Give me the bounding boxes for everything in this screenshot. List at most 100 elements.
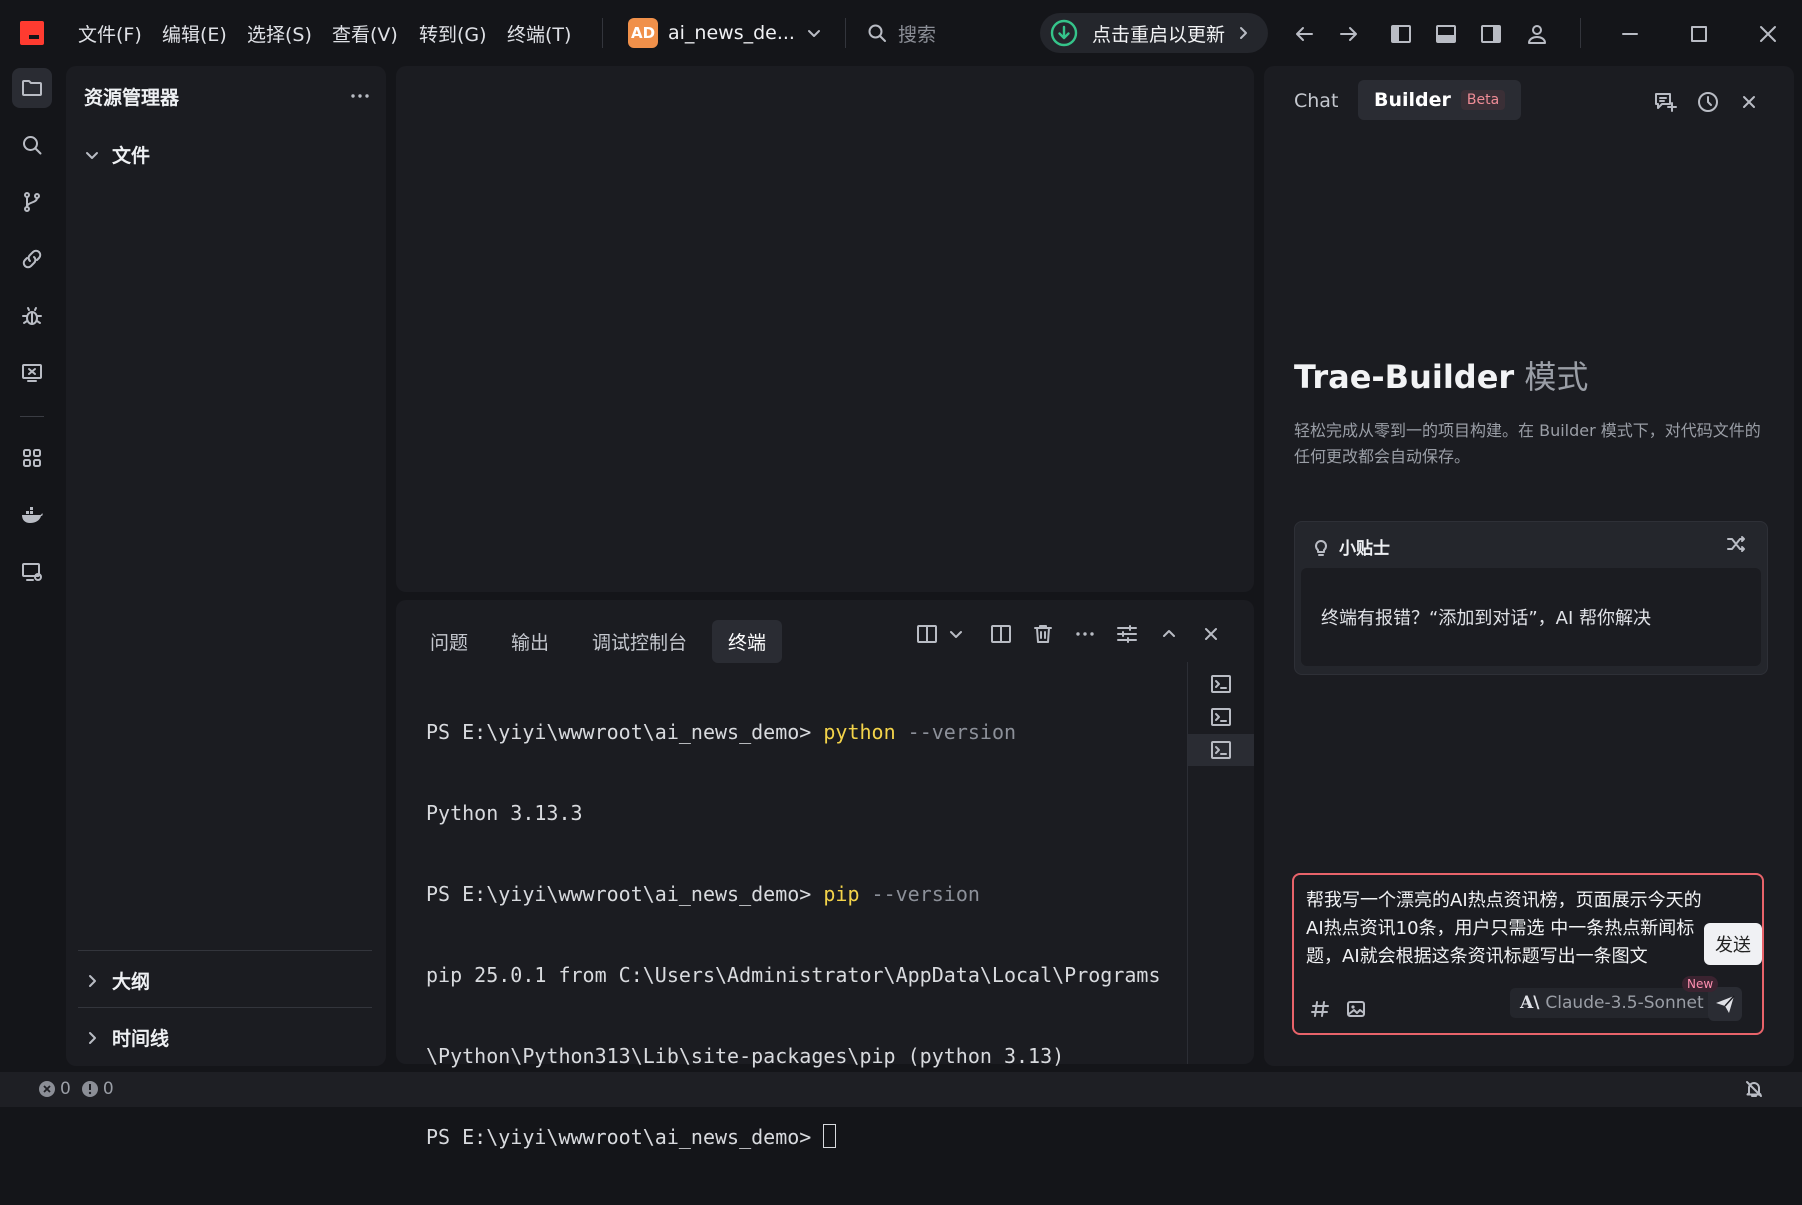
chat-input-box[interactable]: 帮我写一个漂亮的AI热点资讯榜，页面展示今天的AI热点资讯10条，用户只需选 中…: [1292, 873, 1764, 1035]
toggle-panel-icon[interactable]: [1434, 22, 1458, 46]
terminal-output[interactable]: PS E:\yiyi\wwwroot\ai_news_demo> python …: [426, 665, 1161, 1205]
terminal-instance-3[interactable]: [1188, 734, 1254, 766]
terminal-line: pip 25.0.1 from C:\Users\Administrator\A…: [426, 963, 1161, 987]
update-button[interactable]: 点击重启以更新: [1040, 13, 1268, 53]
chevron-down-icon[interactable]: [948, 626, 964, 642]
explorer-title: 资源管理器: [84, 87, 180, 109]
new-badge: New: [1682, 976, 1719, 992]
tips-body: 终端有报错？“添加到对话”，AI 帮你解决: [1301, 568, 1761, 666]
maximize-icon[interactable]: [1687, 22, 1711, 46]
divider: [20, 416, 44, 417]
search-box[interactable]: 搜索: [866, 18, 936, 48]
tab-terminal[interactable]: 终端: [712, 620, 783, 663]
chevron-up-icon[interactable]: [1157, 622, 1181, 646]
builder-heading: Trae-Builder 模式: [1294, 352, 1588, 398]
hash-icon[interactable]: [1310, 999, 1330, 1019]
remote-activity[interactable]: [12, 239, 52, 279]
anthropic-logo-icon: A\: [1520, 993, 1540, 1013]
terminal-instance-2[interactable]: [1188, 701, 1254, 733]
search-activity[interactable]: [12, 125, 52, 165]
model-selector[interactable]: A\ Claude-3.5-Sonnet: [1510, 988, 1714, 1018]
bug-icon: [22, 307, 42, 325]
tab-debug-console[interactable]: 调试控制台: [576, 620, 703, 663]
monitor-settings-icon: [22, 563, 42, 581]
link-icon: [22, 249, 42, 269]
send-tooltip: 发送: [1704, 923, 1762, 965]
chevron-right-icon: [1240, 27, 1248, 39]
terminal-instance-1[interactable]: [1188, 668, 1254, 700]
docker-activity[interactable]: [12, 495, 52, 535]
warning-icon: [81, 1081, 98, 1097]
toggle-left-sidebar-icon[interactable]: [1389, 22, 1413, 46]
shuffle-icon[interactable]: [1725, 533, 1747, 555]
menu-selection[interactable]: 选择(S): [247, 20, 312, 47]
forward-arrow-icon[interactable]: [1337, 22, 1361, 46]
problems-status[interactable]: 0 0: [38, 1079, 114, 1099]
status-bar: 0 0: [0, 1072, 1802, 1107]
remote-explorer-activity[interactable]: [12, 353, 52, 393]
editor-area[interactable]: [396, 66, 1254, 592]
tab-output[interactable]: 输出: [495, 620, 565, 663]
error-count: 0: [60, 1079, 71, 1099]
notifications-muted-icon[interactable]: [1744, 1079, 1764, 1099]
tab-problems[interactable]: 问题: [414, 620, 484, 663]
divider: [1580, 18, 1581, 48]
close-panel-icon[interactable]: [1199, 622, 1223, 646]
source-control-activity[interactable]: [12, 182, 52, 222]
tab-chat[interactable]: Chat: [1294, 90, 1338, 112]
explorer-activity[interactable]: [12, 68, 52, 108]
project-switcher[interactable]: AD ai_news_de...: [628, 17, 823, 49]
image-icon[interactable]: [1346, 999, 1366, 1019]
terminal-line: PS E:\yiyi\wwwroot\ai_news_demo> pip --v…: [426, 882, 980, 906]
download-icon: [1050, 19, 1078, 47]
chevron-down-icon: [807, 30, 820, 37]
menu-go[interactable]: 转到(G): [419, 20, 487, 47]
trash-icon[interactable]: [1031, 622, 1055, 646]
builder-description: 轻松完成从零到一的项目构建。在 Builder 模式下，对代码文件的任何更改都会…: [1294, 421, 1761, 466]
split-editor-icon[interactable]: [989, 622, 1013, 646]
model-name: Claude-3.5-Sonnet: [1545, 993, 1704, 1013]
terminal-icon: [1211, 708, 1231, 726]
files-section-header[interactable]: 文件: [84, 141, 150, 168]
more-horizontal-icon[interactable]: [1073, 622, 1097, 646]
lightbulb-icon: [1315, 539, 1327, 556]
docker-icon: [22, 507, 43, 523]
menu-view[interactable]: 查看(V): [332, 20, 398, 47]
outline-section-label: 大纲: [112, 971, 151, 993]
outline-section-header[interactable]: 大纲: [84, 967, 150, 994]
tab-builder[interactable]: Builder Beta: [1358, 80, 1522, 120]
explorer-sidebar: 资源管理器 文件 大纲 时间线: [66, 66, 386, 1066]
back-arrow-icon[interactable]: [1292, 22, 1316, 46]
menu-file[interactable]: 文件(F): [78, 20, 142, 47]
history-icon[interactable]: [1695, 89, 1721, 115]
minimize-icon[interactable]: [1618, 22, 1642, 46]
timeline-section-header[interactable]: 时间线: [84, 1024, 169, 1051]
extensions-activity[interactable]: [12, 438, 52, 478]
search-icon: [23, 136, 42, 155]
debug-activity[interactable]: [12, 296, 52, 336]
close-window-icon[interactable]: [1756, 22, 1780, 46]
tips-header: 小贴士: [1311, 534, 1390, 559]
menu-edit[interactable]: 编辑(E): [162, 20, 227, 47]
send-icon: [1716, 995, 1735, 1013]
send-button[interactable]: [1708, 987, 1742, 1021]
timeline-section-label: 时间线: [112, 1028, 170, 1050]
terminal-line: Python 3.13.3: [426, 801, 583, 825]
project-name: ai_news_de...: [668, 22, 795, 44]
new-chat-icon[interactable]: [1652, 89, 1678, 115]
split-terminal-icon[interactable]: [915, 622, 939, 646]
sliders-icon[interactable]: [1115, 622, 1139, 646]
account-icon[interactable]: [1525, 22, 1549, 46]
divider: [602, 18, 603, 48]
toggle-right-sidebar-icon[interactable]: [1479, 22, 1503, 46]
explorer-more-button[interactable]: [346, 82, 374, 110]
builder-heading-main: Trae-Builder: [1294, 358, 1515, 396]
chevron-down-icon: [86, 151, 98, 159]
remote-connections-activity[interactable]: [12, 552, 52, 592]
chat-input-text[interactable]: 帮我写一个漂亮的AI热点资讯榜，页面展示今天的AI热点资讯10条，用户只需选 中…: [1306, 887, 1712, 973]
warning-count: 0: [102, 1079, 114, 1099]
send-tooltip-label: 发送: [1715, 935, 1751, 956]
close-panel-icon[interactable]: [1738, 91, 1760, 113]
menu-terminal[interactable]: 终端(T): [507, 20, 571, 47]
chevron-right-icon: [89, 974, 96, 987]
